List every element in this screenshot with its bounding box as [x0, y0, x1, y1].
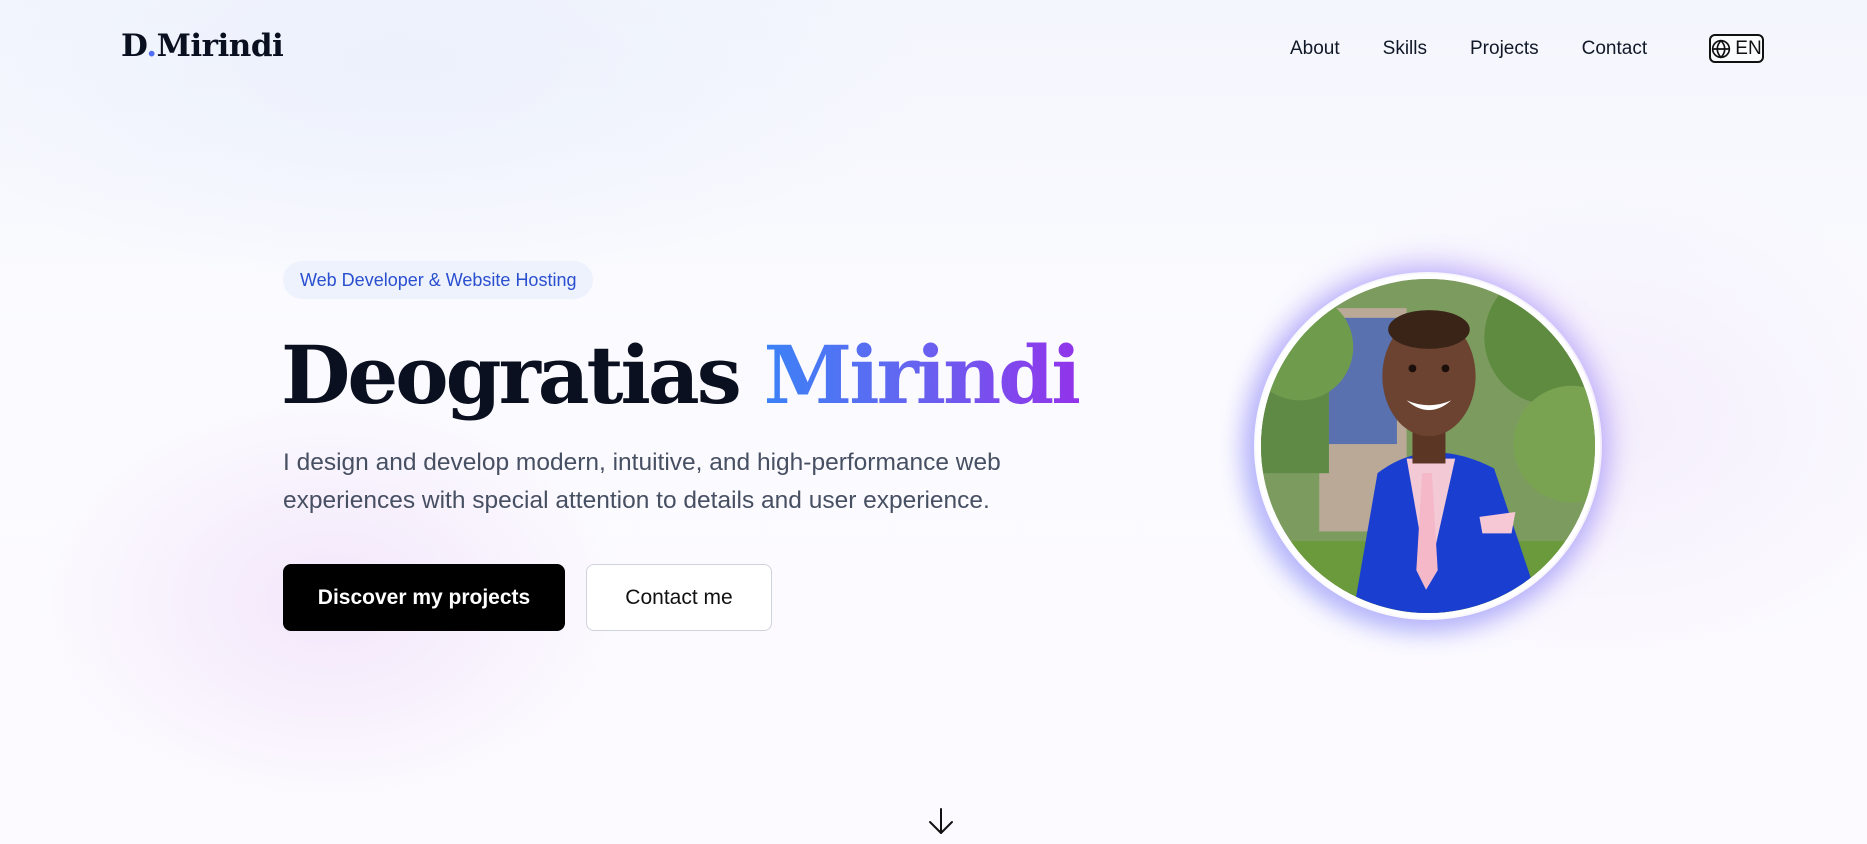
- discover-projects-button[interactable]: Discover my projects: [283, 564, 565, 631]
- profile-photo-illustration: [1261, 279, 1595, 613]
- nav-link-projects[interactable]: Projects: [1470, 38, 1539, 60]
- main-nav: About Skills Projects Contact: [1290, 38, 1690, 60]
- nav-link-contact[interactable]: Contact: [1582, 38, 1647, 60]
- contact-me-button[interactable]: Contact me: [586, 564, 772, 631]
- hero-title: Deogratias Mirindi: [281, 325, 1082, 425]
- arrow-down-icon[interactable]: [926, 806, 956, 836]
- language-switch-button[interactable]: EN: [1709, 34, 1764, 63]
- nav-link-about[interactable]: About: [1290, 38, 1340, 60]
- hero-first-name: Deogratias: [281, 328, 742, 422]
- logo-initial: D: [121, 28, 147, 64]
- site-logo[interactable]: D.Mirindi: [121, 28, 284, 64]
- hero-last-name: Mirindi: [763, 328, 1082, 422]
- globe-icon: [1712, 38, 1731, 59]
- language-label: EN: [1735, 37, 1762, 59]
- logo-dot: .: [146, 28, 157, 64]
- nav-link-skills[interactable]: Skills: [1383, 38, 1427, 60]
- logo-name: Mirindi: [156, 28, 284, 64]
- site-header: D.Mirindi About Skills Projects Contact …: [0, 0, 1867, 100]
- role-badge: Web Developer & Website Hosting: [283, 261, 594, 299]
- role-badge-text: Web Developer & Website Hosting: [300, 269, 577, 290]
- profile-photo: [1256, 274, 1600, 618]
- hero-description: I design and develop modern, intuitive, …: [283, 449, 1001, 514]
